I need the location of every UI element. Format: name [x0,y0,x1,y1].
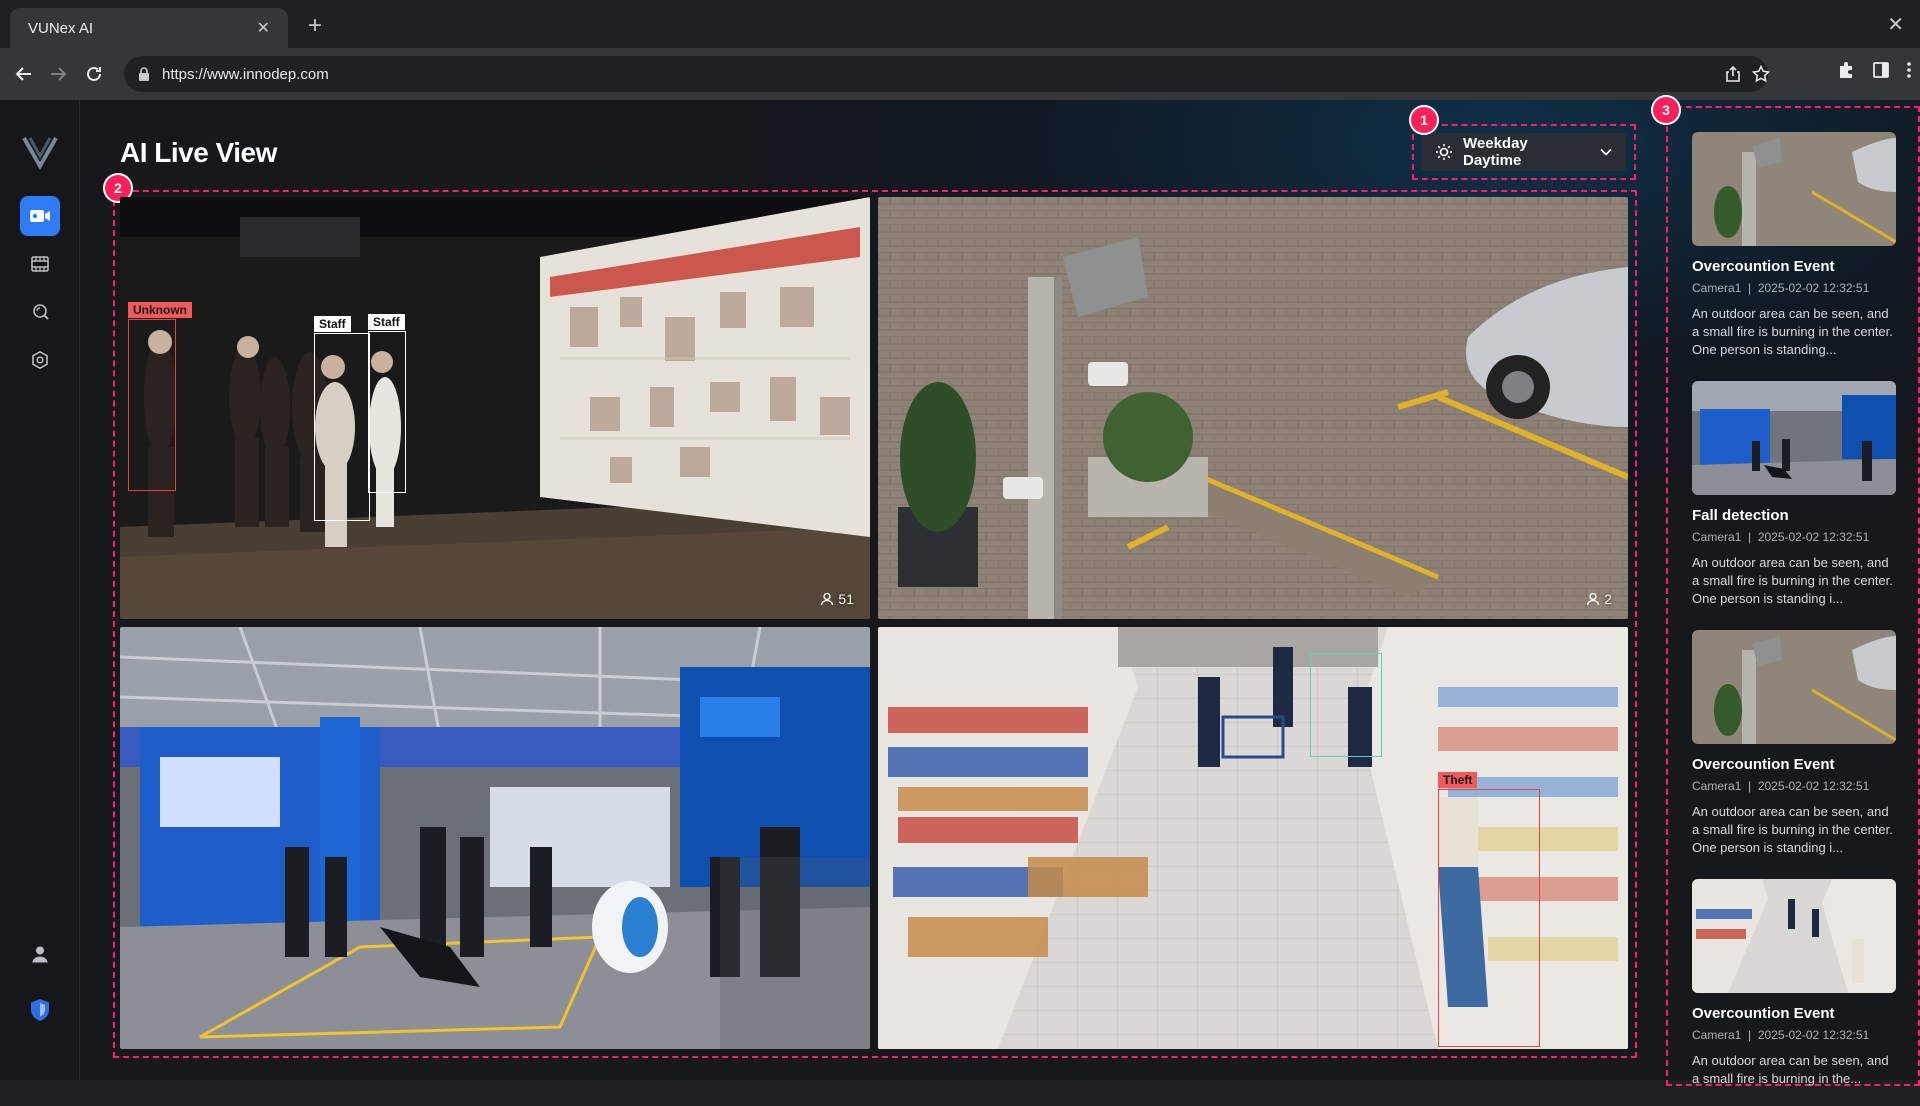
lock-icon [138,67,150,81]
side-panel-icon[interactable] [1872,61,1890,79]
sidebar-item-search[interactable] [20,292,60,332]
forward-icon[interactable] [46,62,70,86]
event-thumbnail [1692,381,1896,495]
playback-icon [30,254,50,274]
detection-label: Staff [314,316,351,332]
callout-badge-1: 1 [1411,107,1437,133]
event-title: Fall detection [1692,507,1789,524]
person-icon [820,592,834,606]
share-icon[interactable] [1724,65,1742,83]
event-time: 2025-02-02 12:32:51 [1757,281,1870,295]
detection-box-tracked[interactable] [1310,653,1382,757]
event-thumbnail [1692,630,1896,744]
sidebar-item-security[interactable] [20,990,60,1030]
event-meta: Camera1 | 2025-02-02 12:32:51 [1692,281,1870,295]
browser-tab-bar: VUNex AI ✕ + ✕ [0,0,1920,48]
event-time: 2025-02-02 12:32:51 [1757,779,1870,793]
event-card[interactable]: Overcountion Event Camera1 | 2025-02-02 … [1692,630,1896,857]
event-card[interactable]: Fall detection Camera1 | 2025-02-02 12:3… [1692,381,1896,608]
camera-feed-trade-show-floor [120,627,870,1049]
sidebar [0,100,80,1080]
event-time: 2025-02-02 12:32:51 [1757,530,1870,544]
window-close-icon[interactable]: ✕ [1887,12,1904,37]
people-count-value: 51 [838,591,854,607]
event-description: An outdoor area can be seen, and a small… [1692,306,1893,357]
address-bar[interactable]: https://www.innodep.com [124,56,1768,92]
camera-feed-exhibition-hall [120,197,870,619]
sidebar-item-live-view[interactable] [20,196,60,236]
event-description: An outdoor area can be seen, and a small… [1692,1053,1889,1086]
reload-icon[interactable] [82,62,106,86]
address-bar-actions [1724,56,1770,92]
time-mode-label: Weekday Daytime [1463,135,1528,169]
app-main: AI Live View Weekday Daytime 1 2 Unknown… [0,97,1920,1086]
detection-box-theft[interactable]: Theft [1438,772,1540,1047]
time-mode-dropdown[interactable]: Weekday Daytime [1421,133,1626,171]
extensions-icon[interactable] [1836,60,1856,80]
event-title: Overcountion Event [1692,258,1835,275]
browser-toolbar: https://www.innodep.com [0,48,1920,100]
sidebar-item-playback[interactable] [20,244,60,284]
settings-icon [30,350,50,370]
event-thumbnail [1692,879,1896,993]
event-camera: Camera1 [1692,1028,1742,1042]
url-text: https://www.innodep.com [162,65,329,83]
event-description: An outdoor area can be seen, and a small… [1692,804,1893,855]
new-tab-icon[interactable]: + [308,14,322,38]
event-thumbnail [1692,132,1896,246]
camera-tile-3[interactable] [120,627,870,1049]
tab-title: VUNex AI [28,19,94,37]
event-title: Overcountion Event [1692,1005,1835,1022]
detection-box-staff[interactable]: Staff [368,314,406,493]
event-card[interactable]: Overcountion Event Camera1 | 2025-02-02 … [1692,132,1896,359]
live-view-icon [29,207,51,225]
chevron-down-icon [1600,148,1612,156]
tab-close-icon[interactable]: ✕ [257,18,270,38]
shield-icon [29,998,51,1022]
people-count: 51 [820,591,854,607]
sidebar-item-settings[interactable] [20,340,60,380]
event-meta: Camera1 | 2025-02-02 12:32:51 [1692,1028,1870,1042]
person-icon [1586,592,1600,606]
sidebar-item-user[interactable] [20,934,60,974]
event-camera: Camera1 [1692,530,1742,544]
event-camera: Camera1 [1692,281,1742,295]
people-count-value: 2 [1604,591,1612,607]
sun-icon [1435,143,1453,161]
detection-box-staff[interactable]: Staff [314,316,370,521]
browser-extension-area [1836,60,1912,80]
detection-label: Staff [368,314,405,330]
bookmark-star-icon[interactable] [1752,65,1770,83]
vunex-logo-icon[interactable] [20,132,60,172]
event-description: An outdoor area can be seen, and a small… [1692,555,1893,606]
camera-tile-2[interactable]: 2 [878,197,1628,619]
event-title: Overcountion Event [1692,756,1835,773]
search-icon [30,302,50,322]
detection-box-unknown[interactable]: Unknown [128,302,192,491]
event-card[interactable]: Overcountion Event Camera1 | 2025-02-02 … [1692,879,1896,1106]
more-menu-icon[interactable] [1906,61,1912,79]
event-meta: Camera1 | 2025-02-02 12:32:51 [1692,530,1870,544]
browser-tab[interactable]: VUNex AI ✕ [10,8,288,48]
people-count: 2 [1586,591,1612,607]
detection-label: Theft [1438,772,1478,788]
event-meta: Camera1 | 2025-02-02 12:32:51 [1692,779,1870,793]
camera-tile-1[interactable]: Unknown Staff Staff 51 [120,197,870,619]
user-icon [30,944,50,964]
event-camera: Camera1 [1692,779,1742,793]
camera-tile-4[interactable]: Theft [878,627,1628,1049]
callout-badge-3: 3 [1653,97,1679,123]
detection-label: Unknown [128,302,192,318]
camera-feed-parking-lot [878,197,1628,619]
event-time: 2025-02-02 12:32:51 [1757,1028,1870,1042]
back-icon[interactable] [12,62,36,86]
page-title: AI Live View [120,137,277,168]
